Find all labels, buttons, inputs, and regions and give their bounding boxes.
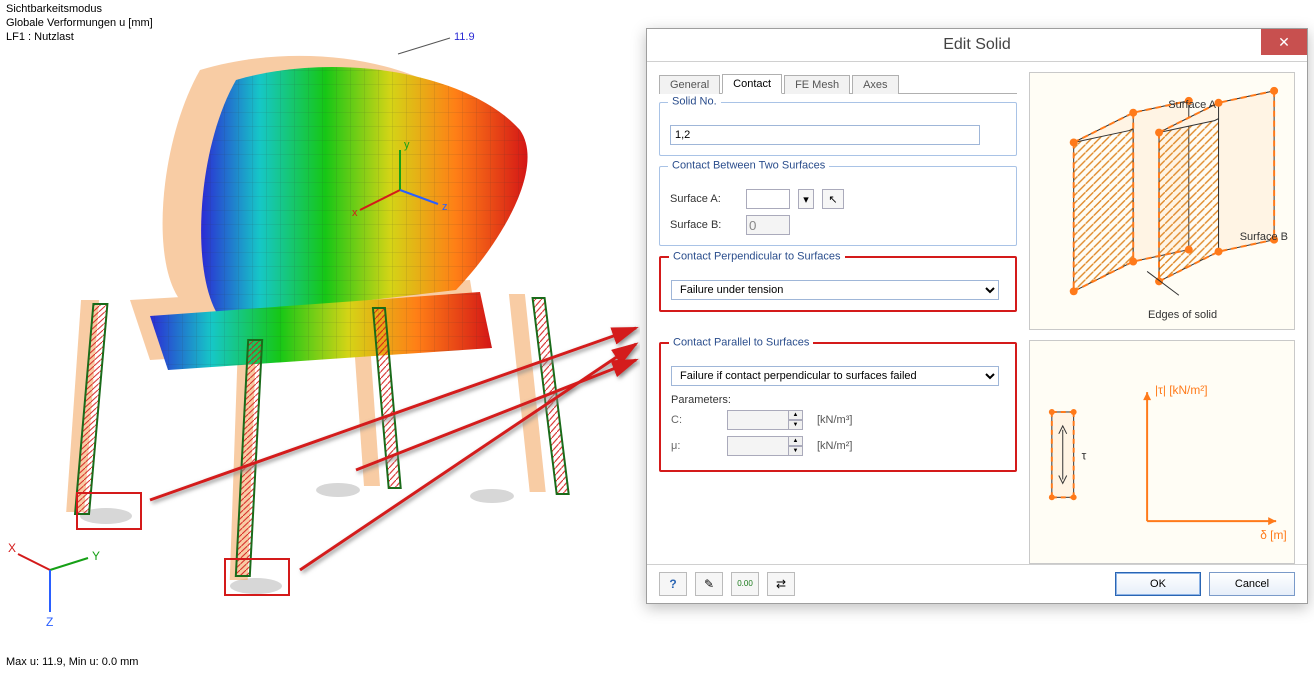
param-mu-input[interactable] (727, 436, 789, 456)
tab-general[interactable]: General (659, 75, 720, 94)
calc-icon: 0.00 (737, 579, 753, 588)
group-perpendicular: Contact Perpendicular to Surfaces Failur… (659, 256, 1017, 312)
group-parallel: Contact Parallel to Surfaces Failure if … (659, 342, 1017, 472)
svg-text:τ: τ (1082, 449, 1087, 463)
param-c-spinner[interactable]: ▲▼ (727, 410, 803, 430)
group-label-solid-no: Solid No. (668, 96, 721, 108)
dialog-titlebar[interactable]: Edit Solid ✕ (647, 29, 1307, 62)
edit-icon: ✎ (704, 577, 714, 591)
model-viewport[interactable]: x y z 11.9 X Y Z (0, 0, 640, 630)
units-icon: ⇄ (776, 577, 786, 591)
diagram-tau-delta: τ |τ| [kN/m²] δ [m] (1029, 340, 1295, 563)
close-button[interactable]: ✕ (1261, 29, 1307, 55)
dialog-title: Edit Solid (943, 36, 1011, 54)
svg-text:|τ| [kN/m²]: |τ| [kN/m²] (1155, 383, 1208, 397)
pick-surface-a-button[interactable]: ↖ (822, 189, 844, 209)
svg-text:X: X (8, 541, 16, 555)
parallel-select[interactable]: Failure if contact perpendicular to surf… (671, 366, 999, 386)
svg-text:z: z (442, 201, 448, 213)
edit-solid-dialog: Edit Solid ✕ General Contact FE Mesh Axe… (646, 28, 1308, 604)
diagram-surface-b-label: Surface B (1240, 231, 1288, 243)
highlight-foot-2 (224, 558, 290, 596)
help-button[interactable]: ? (659, 572, 687, 596)
parameters-label: Parameters: (671, 394, 1005, 406)
diagram-surface-a-label: Surface A (1168, 99, 1216, 111)
help-icon: ? (669, 577, 676, 591)
diagram-solid-surfaces: Surface A Surface B Edges of solid (1029, 72, 1295, 330)
group-label-perpendicular: Contact Perpendicular to Surfaces (669, 251, 845, 263)
viewport-maxmin: Max u: 11.9, Min u: 0.0 mm (6, 655, 138, 669)
close-icon: ✕ (1278, 34, 1290, 51)
edit-button[interactable]: ✎ (695, 572, 723, 596)
spin-up-icon[interactable]: ▲ (789, 410, 803, 420)
diagram-edges-label: Edges of solid (1148, 309, 1217, 321)
surface-a-dropdown[interactable]: ▾ (798, 189, 814, 209)
param-c-label: C: (671, 414, 687, 426)
group-contact-between: Contact Between Two Surfaces Surface A: … (659, 166, 1017, 246)
spin-up-icon[interactable]: ▲ (789, 436, 803, 446)
svg-text:x: x (352, 207, 358, 219)
svg-text:Y: Y (92, 549, 100, 563)
calc-button[interactable]: 0.00 (731, 572, 759, 596)
svg-text:δ [m]: δ [m] (1260, 528, 1286, 542)
tab-contact[interactable]: Contact (722, 74, 782, 94)
param-mu-label: μ: (671, 440, 687, 452)
surface-b-input[interactable] (746, 215, 790, 235)
surface-b-label: Surface B: (670, 219, 738, 231)
svg-text:11.9: 11.9 (454, 31, 475, 43)
group-label-parallel: Contact Parallel to Surfaces (669, 337, 813, 349)
svg-text:y: y (404, 139, 410, 151)
param-c-input[interactable] (727, 410, 789, 430)
group-solid-no: Solid No. (659, 102, 1017, 156)
perpendicular-select[interactable]: Failure under tension (671, 280, 999, 300)
tab-strip: General Contact FE Mesh Axes (659, 72, 1017, 94)
highlight-foot-1 (76, 492, 142, 530)
pick-icon: ↖ (828, 193, 837, 206)
svg-text:Z: Z (46, 615, 53, 629)
param-mu-spinner[interactable]: ▲▼ (727, 436, 803, 456)
group-label-contact-between: Contact Between Two Surfaces (668, 160, 829, 172)
tab-axes[interactable]: Axes (852, 75, 898, 94)
units-button[interactable]: ⇄ (767, 572, 795, 596)
spin-down-icon[interactable]: ▼ (789, 446, 803, 456)
solid-no-input[interactable] (670, 125, 980, 145)
surface-a-input[interactable] (746, 189, 790, 209)
param-mu-unit: [kN/m²] (817, 440, 852, 452)
tab-fe-mesh[interactable]: FE Mesh (784, 75, 850, 94)
spin-down-icon[interactable]: ▼ (789, 420, 803, 430)
surface-a-label: Surface A: (670, 193, 738, 205)
model-svg: x y z 11.9 X Y Z (0, 0, 640, 630)
param-c-unit: [kN/m³] (817, 414, 852, 426)
cancel-button[interactable]: Cancel (1209, 572, 1295, 596)
ok-button[interactable]: OK (1115, 572, 1201, 596)
dialog-footer: ? ✎ 0.00 ⇄ OK Cancel (647, 564, 1307, 603)
